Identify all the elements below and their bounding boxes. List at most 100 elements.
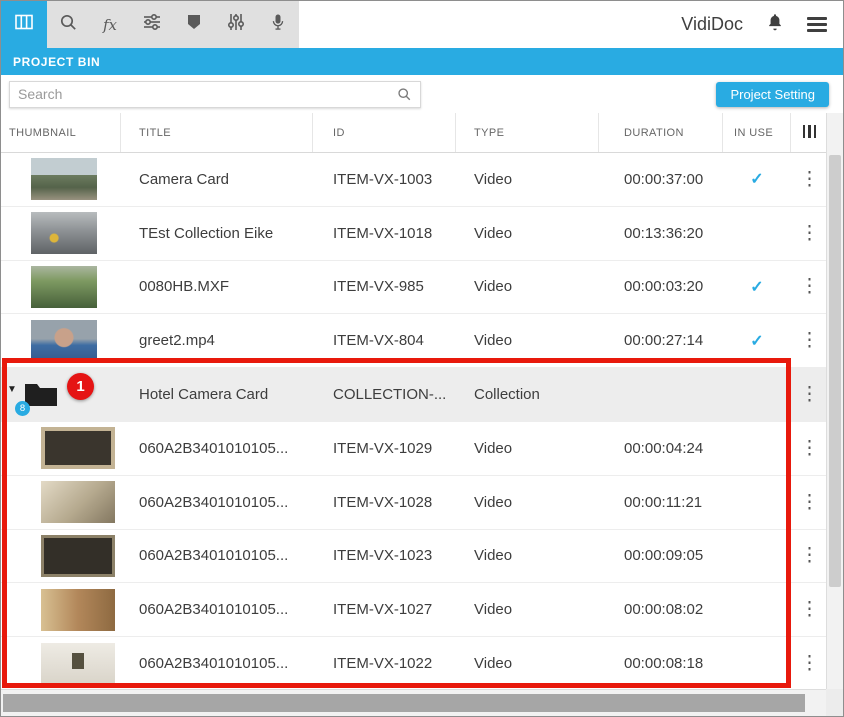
item-title: 060A2B3401010105...	[121, 583, 313, 636]
item-type: Video	[456, 207, 599, 260]
top-toolbar: fx Vi	[1, 1, 843, 48]
hamburger-menu-button[interactable]	[807, 14, 827, 35]
item-title: 0080HB.MXF	[121, 261, 313, 314]
table-row[interactable]: 060A2B3401010105... ITEM-VX-1028 Video 0…	[1, 476, 828, 530]
row-menu-button[interactable]: ⋮	[800, 331, 819, 350]
item-type: Video	[456, 530, 599, 583]
row-menu-button[interactable]: ⋮	[800, 170, 819, 189]
item-duration: 00:00:08:18	[599, 637, 723, 690]
row-menu-button[interactable]: ⋮	[800, 654, 819, 673]
thumbnail-image	[41, 427, 115, 469]
table-row[interactable]: Camera Card ITEM-VX-1003 Video 00:00:37:…	[1, 153, 828, 207]
item-duration: 00:00:03:20	[599, 261, 723, 314]
row-menu-button[interactable]: ⋮	[800, 439, 819, 458]
table-row[interactable]: 060A2B3401010105... ITEM-VX-1022 Video 0…	[1, 637, 828, 691]
tag-tool-button[interactable]	[173, 1, 215, 48]
item-duration: 00:00:04:24	[599, 422, 723, 475]
table-row[interactable]: 060A2B3401010105... ITEM-VX-1027 Video 0…	[1, 583, 828, 637]
header-title[interactable]: TITLE	[121, 113, 313, 152]
row-menu-button[interactable]: ⋮	[800, 224, 819, 243]
search-field-icon	[396, 86, 420, 102]
table-row[interactable]: TEst Collection Eike ITEM-VX-1018 Video …	[1, 207, 828, 261]
item-title: 060A2B3401010105...	[121, 422, 313, 475]
tag-icon	[185, 13, 203, 36]
item-title: Camera Card	[121, 153, 313, 206]
item-title: TEst Collection Eike	[121, 207, 313, 260]
item-type: Video	[456, 261, 599, 314]
in-use-check-icon: ✓	[750, 331, 763, 351]
filters-tool-button[interactable]	[215, 1, 257, 48]
app-window: fx Vi	[0, 0, 844, 717]
search-icon	[58, 12, 78, 37]
item-id: ITEM-VX-1027	[313, 583, 456, 636]
thumbnail-image	[41, 643, 115, 685]
collection-expander-icon[interactable]: ▼	[7, 384, 17, 395]
item-id: ITEM-VX-1029	[313, 422, 456, 475]
thumbnail-image	[41, 589, 115, 631]
header-id[interactable]: ID	[313, 113, 456, 152]
item-title: Hotel Camera Card	[121, 368, 313, 421]
row-menu-button[interactable]: ⋮	[800, 277, 819, 296]
item-id: ITEM-VX-1028	[313, 476, 456, 529]
header-type[interactable]: TYPE	[456, 113, 599, 152]
collection-count-badge: 8	[15, 401, 30, 416]
table-row[interactable]: greet2.mp4 ITEM-VX-804 Video 00:00:27:14…	[1, 314, 828, 368]
project-bin-header: PROJECT BIN	[1, 48, 843, 75]
tool-strip: fx	[1, 1, 299, 48]
effects-tool-button[interactable]: fx	[89, 1, 131, 48]
table-header-row: THUMBNAIL TITLE ID TYPE DURATION IN USE	[1, 113, 828, 153]
item-id: COLLECTION-...	[313, 368, 456, 421]
effects-icon: fx	[103, 16, 117, 34]
item-duration: 00:00:27:14	[599, 314, 723, 367]
table-row-collection[interactable]: ▼ 8 1 Hotel Camera Card COLLECTION-... C…	[1, 368, 828, 422]
row-menu-button[interactable]: ⋮	[800, 546, 819, 565]
item-id: ITEM-VX-1023	[313, 530, 456, 583]
panel-title: PROJECT BIN	[13, 55, 100, 69]
header-duration[interactable]: DURATION	[599, 113, 723, 152]
thumbnail-image	[41, 535, 115, 577]
horizontal-scrollbar-thumb[interactable]	[3, 694, 805, 712]
thumbnail-image	[31, 158, 97, 200]
tune-tool-button[interactable]	[131, 1, 173, 48]
item-duration: 00:00:37:00	[599, 153, 723, 206]
project-bin-view-button[interactable]	[1, 1, 47, 48]
table-row[interactable]: 060A2B3401010105... ITEM-VX-1029 Video 0…	[1, 422, 828, 476]
bell-icon	[765, 19, 785, 36]
column-settings-button[interactable]	[791, 113, 828, 152]
columns-icon	[801, 125, 818, 141]
item-duration: 00:00:11:21	[599, 476, 723, 529]
table-row[interactable]: 060A2B3401010105... ITEM-VX-1023 Video 0…	[1, 530, 828, 584]
item-id: ITEM-VX-1003	[313, 153, 456, 206]
project-setting-button[interactable]: Project Setting	[716, 82, 829, 107]
row-menu-button[interactable]: ⋮	[800, 493, 819, 512]
search-tool-button[interactable]	[47, 1, 89, 48]
header-thumbnail[interactable]: THUMBNAIL	[1, 113, 121, 152]
item-type: Video	[456, 637, 599, 690]
item-type: Video	[456, 422, 599, 475]
row-menu-button[interactable]: ⋮	[800, 385, 819, 404]
notifications-button[interactable]	[765, 12, 785, 37]
layout-columns-icon	[13, 11, 35, 38]
toolbar-right: VidiDoc	[681, 12, 843, 37]
horizontal-scrollbar[interactable]	[1, 689, 828, 716]
vertical-scrollbar[interactable]	[826, 113, 843, 691]
microphone-tool-button[interactable]	[257, 1, 299, 48]
thumbnail-image	[31, 212, 97, 254]
table-row[interactable]: 0080HB.MXF ITEM-VX-985 Video 00:00:03:20…	[1, 261, 828, 315]
row-menu-button[interactable]: ⋮	[800, 600, 819, 619]
item-id: ITEM-VX-1022	[313, 637, 456, 690]
item-id: ITEM-VX-985	[313, 261, 456, 314]
item-type: Video	[456, 153, 599, 206]
item-duration: 00:13:36:20	[599, 207, 723, 260]
item-type: Collection	[456, 368, 599, 421]
item-title: 060A2B3401010105...	[121, 476, 313, 529]
thumbnail-image	[31, 266, 97, 308]
item-duration: 00:00:08:02	[599, 583, 723, 636]
vertical-scrollbar-thumb[interactable]	[829, 155, 841, 587]
search-input[interactable]	[10, 86, 396, 102]
search-row: Project Setting	[1, 75, 843, 113]
microphone-icon	[268, 12, 288, 37]
item-duration: 00:00:09:05	[599, 530, 723, 583]
header-in-use[interactable]: IN USE	[723, 113, 791, 152]
thumbnail-image	[31, 320, 97, 362]
